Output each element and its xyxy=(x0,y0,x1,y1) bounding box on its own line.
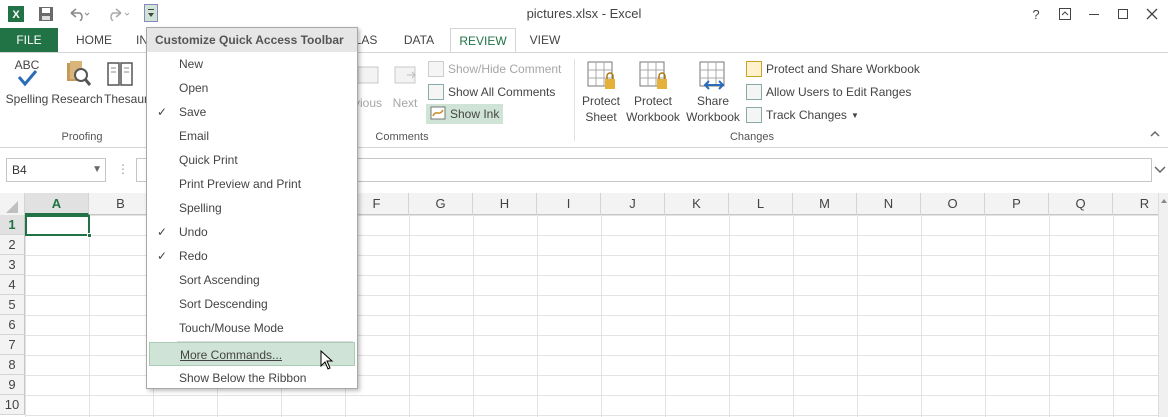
next-comment-icon xyxy=(389,61,421,93)
column-header-q[interactable]: Q xyxy=(1049,193,1113,215)
checkmark-icon: ✓ xyxy=(157,225,168,239)
show-all-comments-icon xyxy=(428,84,444,100)
customize-qat-menu: Customize Quick Access Toolbar More Comm… xyxy=(146,27,358,389)
close-button[interactable] xyxy=(1138,4,1166,24)
protect-workbook-button[interactable]: Protect Workbook xyxy=(624,59,682,125)
protect-sheet-icon xyxy=(585,59,617,91)
menu-item-quick-print[interactable]: Quick Print xyxy=(149,148,355,172)
menu-item-open[interactable]: Open xyxy=(149,76,355,100)
row-header-8[interactable]: 8 xyxy=(0,355,25,375)
active-cell[interactable] xyxy=(25,215,90,236)
maximize-button[interactable] xyxy=(1109,4,1137,24)
thesaurus-button[interactable]: Thesaur xyxy=(104,57,148,107)
share-workbook-button[interactable]: Share Workbook xyxy=(684,59,742,125)
previous-label: vious xyxy=(353,96,382,110)
row-header-5[interactable]: 5 xyxy=(0,295,25,315)
select-all-corner[interactable] xyxy=(0,193,25,215)
protect-sheet-button[interactable]: Protect Sheet xyxy=(578,59,624,125)
research-label: Research xyxy=(51,92,103,106)
menu-item-spelling[interactable]: Spelling xyxy=(149,196,355,220)
spelling-label: Spelling xyxy=(5,92,49,106)
protect-share-icon xyxy=(746,61,762,77)
ribbon-display-options-button[interactable] xyxy=(1051,4,1079,24)
row-header-1[interactable]: 1 xyxy=(0,215,25,235)
column-header-n[interactable]: N xyxy=(857,193,921,215)
column-header-p[interactable]: P xyxy=(985,193,1049,215)
show-hide-comment-icon xyxy=(428,61,444,77)
next-label: Next xyxy=(392,96,418,110)
collapse-ribbon-icon[interactable] xyxy=(1150,129,1160,141)
formula-bar-separator: ⋮ xyxy=(117,162,129,176)
menu-item-sort-descending[interactable]: Sort Descending xyxy=(149,292,355,316)
share-workbook-icon xyxy=(697,59,729,91)
tab-home[interactable]: HOME xyxy=(66,28,122,53)
show-all-comments-button[interactable]: Show All Comments xyxy=(428,82,555,102)
tab-review[interactable]: REVIEW xyxy=(450,28,516,53)
menu-header: Customize Quick Access Toolbar xyxy=(147,28,357,52)
fill-handle[interactable] xyxy=(87,233,92,238)
track-changes-icon xyxy=(746,107,762,123)
name-box[interactable]: B4 ▼ xyxy=(6,158,106,182)
show-ink-button[interactable]: Show Ink xyxy=(426,104,504,124)
column-header-m[interactable]: M xyxy=(793,193,857,215)
menu-item-sort-ascending[interactable]: Sort Ascending xyxy=(149,268,355,292)
allow-users-icon xyxy=(746,84,762,100)
row-header-10[interactable]: 10 xyxy=(0,395,25,415)
proofing-group-label: Proofing xyxy=(61,131,103,143)
svg-text:ABC: ABC xyxy=(15,58,40,72)
allow-users-to-edit-ranges-button[interactable]: Allow Users to Edit Ranges xyxy=(746,82,911,102)
next-comment-button[interactable]: Next xyxy=(388,61,422,111)
tab-view[interactable]: VIEW xyxy=(522,28,568,53)
window-title: pictures.xlsx - Excel xyxy=(526,6,642,21)
row-header-6[interactable]: 6 xyxy=(0,315,25,335)
column-header-g[interactable]: G xyxy=(409,193,473,215)
changes-group-label: Changes xyxy=(729,131,775,143)
spelling-button[interactable]: ABC Spelling xyxy=(4,57,50,107)
column-header-l[interactable]: L xyxy=(729,193,793,215)
chevron-down-icon: ▼ xyxy=(850,110,859,120)
show-hide-comment-button[interactable]: Show/Hide Comment xyxy=(428,59,561,79)
protect-and-share-workbook-button[interactable]: Protect and Share Workbook xyxy=(746,59,920,79)
row-header-3[interactable]: 3 xyxy=(0,255,25,275)
chevron-down-icon[interactable]: ▼ xyxy=(92,159,102,181)
menu-item-email[interactable]: Email xyxy=(149,124,355,148)
column-header-i[interactable]: I xyxy=(537,193,601,215)
column-header-k[interactable]: K xyxy=(665,193,729,215)
vertical-scrollbar[interactable] xyxy=(1158,193,1168,417)
tab-data[interactable]: DATA xyxy=(394,28,444,53)
research-icon xyxy=(61,57,93,89)
row-header-9[interactable]: 9 xyxy=(0,375,25,395)
menu-item-redo[interactable]: ✓ Redo xyxy=(149,244,355,268)
group-separator xyxy=(574,59,575,141)
column-header-h[interactable]: H xyxy=(473,193,537,215)
menu-item-save[interactable]: ✓ Save xyxy=(149,100,355,124)
research-button[interactable]: Research xyxy=(51,57,103,107)
column-header-a[interactable]: A xyxy=(25,193,89,215)
column-header-b[interactable]: B xyxy=(89,193,153,215)
comments-group-label: Comments xyxy=(375,131,429,143)
mouse-cursor-icon xyxy=(320,349,334,370)
row-header-2[interactable]: 2 xyxy=(0,235,25,255)
expand-formula-bar-icon[interactable] xyxy=(1154,162,1166,176)
menu-item-touch-mouse-mode[interactable]: Touch/Mouse Mode xyxy=(149,316,355,340)
checkmark-icon: ✓ xyxy=(157,105,168,119)
protect-workbook-icon xyxy=(637,59,669,91)
menu-item-new[interactable]: New xyxy=(149,52,355,76)
spelling-icon: ABC xyxy=(11,57,43,89)
menu-item-undo[interactable]: ✓ Undo xyxy=(149,220,355,244)
track-changes-button[interactable]: Track Changes ▼ xyxy=(746,105,859,125)
column-header-o[interactable]: O xyxy=(921,193,985,215)
minimize-button[interactable] xyxy=(1080,4,1108,24)
column-header-j[interactable]: J xyxy=(601,193,665,215)
row-header-4[interactable]: 4 xyxy=(0,275,25,295)
thesaurus-icon xyxy=(104,57,136,89)
thesaurus-label: Thesaur xyxy=(104,92,148,106)
row-header-7[interactable]: 7 xyxy=(0,335,25,355)
checkmark-icon: ✓ xyxy=(157,249,168,263)
help-button[interactable]: ? xyxy=(1022,4,1050,24)
menu-item-print-preview-and-print[interactable]: Print Preview and Print xyxy=(149,172,355,196)
title-bar: X pictures.xlsx - Excel ? xyxy=(0,0,1168,28)
show-ink-icon xyxy=(430,105,446,124)
